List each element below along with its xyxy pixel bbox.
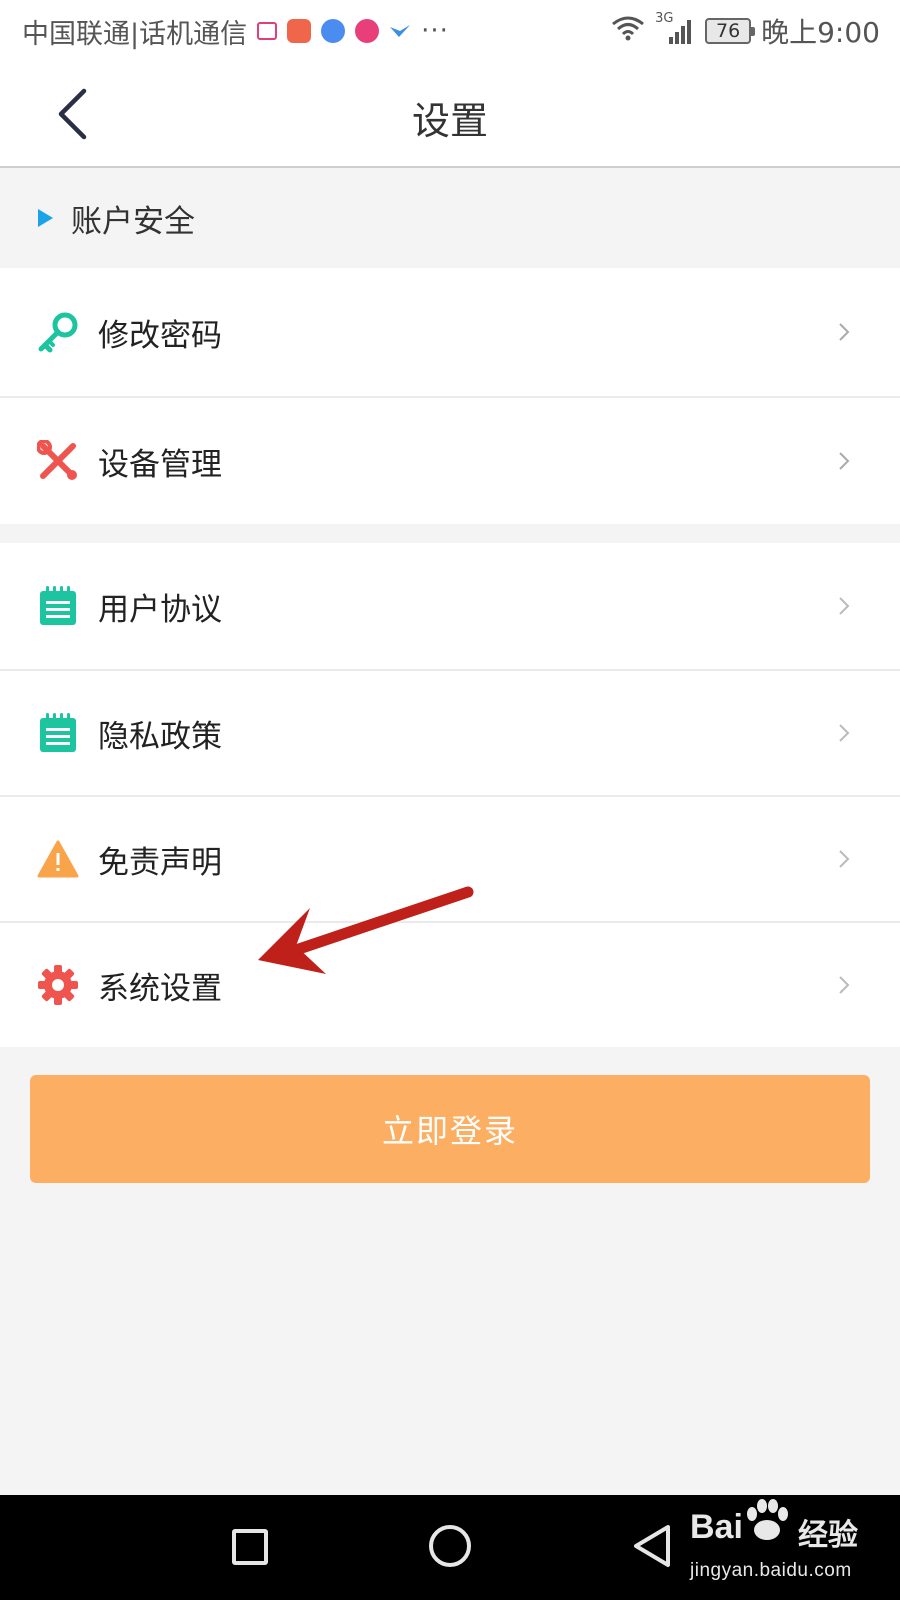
triangle-right-icon — [38, 209, 53, 227]
section-header: 账户安全 — [0, 168, 900, 268]
menu-item-label: 隐私政策 — [98, 718, 222, 755]
chevron-right-icon — [832, 320, 856, 344]
more-notifications-icon: ··· — [421, 16, 449, 46]
wifi-icon — [611, 15, 645, 48]
huawei-notification-icon — [287, 19, 312, 43]
chevron-right-icon — [832, 847, 856, 871]
chevron-right-icon — [832, 449, 856, 473]
baidu-jingyan-watermark: Bai 经验 jingyan.baidu.com — [690, 1499, 890, 1592]
key-icon — [36, 310, 80, 354]
notepad-icon — [36, 711, 80, 755]
notepad-icon — [36, 584, 80, 628]
gear-icon — [36, 963, 80, 1007]
chevron-right-icon — [832, 721, 856, 745]
warning-icon — [36, 837, 80, 881]
menu-item-privacy-policy[interactable]: 隐私政策 — [0, 669, 900, 795]
watermark-brand-suffix: 经验 — [798, 1518, 858, 1553]
notification-app-icon — [257, 22, 278, 40]
browser-notification-icon — [321, 19, 346, 43]
menu-item-label: 系统设置 — [98, 970, 222, 1007]
nav-bar: 设置 — [0, 62, 900, 168]
page-title: 设置 — [411, 99, 488, 143]
back-triangle-icon[interactable] — [632, 1523, 672, 1569]
menu-item-label: 修改密码 — [98, 317, 222, 354]
annotation-arrow-icon — [258, 886, 474, 974]
bird-notification-icon — [389, 23, 411, 39]
watermark-brand: Bai — [690, 1508, 743, 1546]
menu-item-label: 用户协议 — [98, 591, 222, 628]
watermark-url: jingyan.baidu.com — [690, 1560, 852, 1581]
menu-item-label: 免责声明 — [98, 844, 222, 881]
chevron-right-icon — [832, 973, 856, 997]
baidu-paw-logo-icon — [747, 1499, 788, 1540]
status-bar: 中国联通|话机通信 ··· 3G 76 晚上9:00 — [0, 0, 900, 62]
menu-item-change-password[interactable]: 修改密码 — [0, 268, 900, 396]
login-button[interactable]: 立即登录 — [30, 1075, 870, 1183]
status-right: 3G 76 晚上9:00 — [611, 11, 880, 51]
chevron-right-icon — [832, 594, 856, 618]
recents-square-icon[interactable] — [232, 1529, 268, 1565]
menu-item-label: 设备管理 — [98, 446, 222, 483]
menu-item-user-agreement[interactable]: 用户协议 — [0, 543, 900, 669]
battery-indicator: 76 — [705, 18, 756, 44]
chat-notification-icon — [355, 19, 380, 43]
cellular-signal-icon: 3G — [655, 11, 695, 45]
account-security-list: 修改密码 设备管理 — [0, 268, 900, 524]
status-time: 晚上9:00 — [761, 16, 880, 49]
status-left: 中国联通|话机通信 ··· — [22, 12, 449, 51]
tools-icon — [36, 439, 80, 483]
section-header-label: 账户安全 — [71, 203, 195, 240]
carrier-label: 中国联通|话机通信 — [22, 18, 248, 50]
home-circle-icon[interactable] — [429, 1525, 471, 1567]
menu-item-device-management[interactable]: 设备管理 — [0, 396, 900, 524]
